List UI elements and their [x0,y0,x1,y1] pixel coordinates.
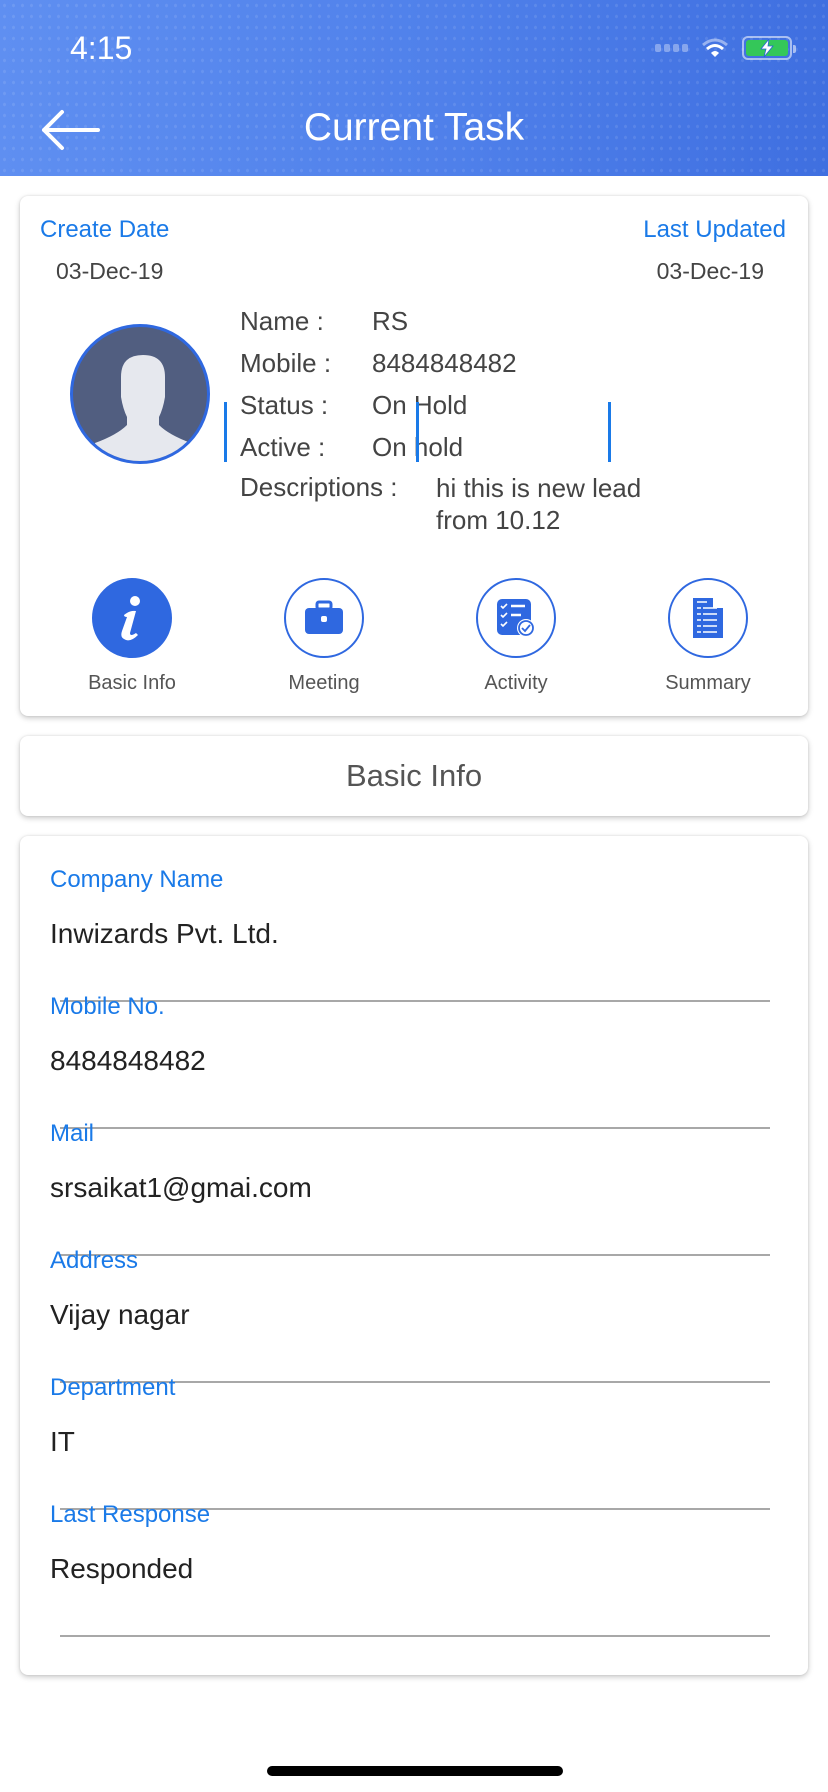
wifi-icon [702,38,728,57]
field-value[interactable]: IT [50,1426,778,1458]
tab-divider [416,402,419,462]
last-updated-value: 03-Dec-19 [656,258,764,284]
field-label: Address [50,1247,139,1274]
tab-basic-info[interactable]: Basic Info [52,578,212,695]
info-icon [121,596,140,641]
field-underline [60,1635,770,1637]
section-header-card: Basic Info [20,736,808,816]
user-silhouette-icon [93,355,193,461]
basic-info-form: Company Name Inwizards Pvt. Ltd. Mobile … [20,836,808,1675]
tab-label: Basic Info [88,672,176,694]
section-title: Basic Info [345,758,483,793]
briefcase-icon [305,600,343,634]
field-address[interactable]: Address Vijay nagar [50,1247,778,1383]
last-updated-label: Last Updated [643,216,786,243]
field-value[interactable]: srsaikat1@gmai.com [50,1172,778,1204]
field-label: Mobile No. [50,993,165,1020]
checklist-icon [497,599,535,637]
info-value: hi this is new lead from 10.12 [436,473,642,535]
info-key: Name : [240,306,324,336]
info-row-status: Status : On Hold [240,390,467,421]
tab-activity[interactable]: Activity [436,578,596,695]
info-key: Mobile : [240,348,332,378]
battery-icon [742,36,796,60]
info-row-descriptions: Descriptions : hi this is new lead from … [240,472,696,536]
field-value[interactable]: 8484848482 [50,1045,778,1077]
info-row-active: Active : On hold [240,432,463,463]
page-title: Current Task [303,106,525,149]
status-icons [655,36,796,60]
field-mail[interactable]: Mail srsaikat1@gmai.com [50,1120,778,1256]
info-key: Status : [240,390,329,420]
info-key: Active : [240,432,326,462]
task-summary-card: Create Date 03-Dec-19 Last Updated 03-De… [20,196,808,716]
field-label: Department [50,1374,176,1401]
field-label: Last Response [50,1501,211,1528]
info-value: 8484848482 [372,348,517,378]
tab-meeting[interactable]: Meeting [244,578,404,695]
field-value[interactable]: Responded [50,1553,778,1585]
field-value[interactable]: Vijay nagar [50,1299,778,1331]
signal-icon [655,44,688,52]
tab-divider [224,402,227,462]
home-indicator[interactable] [267,1766,563,1776]
field-company-name[interactable]: Company Name Inwizards Pvt. Ltd. [50,866,778,1002]
app-header: 4:15 Current Task [0,0,828,176]
create-date-label: Create Date [40,216,170,243]
status-time: 4:15 [70,30,133,66]
field-value[interactable]: Inwizards Pvt. Ltd. [50,918,778,950]
info-value: On Hold [372,390,468,420]
create-date-value: 03-Dec-19 [56,258,164,284]
info-row-name: Name : RS [240,306,408,337]
tab-label: Meeting [288,672,360,694]
field-label: Mail [50,1120,95,1147]
avatar [70,324,210,464]
field-last-response[interactable]: Last Response Responded [50,1501,778,1637]
tab-summary[interactable]: Summary [628,578,788,695]
field-department[interactable]: Department IT [50,1374,778,1510]
info-value: RS [372,306,409,336]
tab-label: Activity [484,672,548,694]
field-mobile-no[interactable]: Mobile No. 8484848482 [50,993,778,1129]
info-row-mobile: Mobile : 8484848482 [240,348,517,379]
building-icon [693,598,723,638]
tab-label: Summary [665,672,751,694]
field-label: Company Name [50,866,224,893]
tab-divider [608,402,611,462]
info-key: Descriptions : [240,472,398,502]
